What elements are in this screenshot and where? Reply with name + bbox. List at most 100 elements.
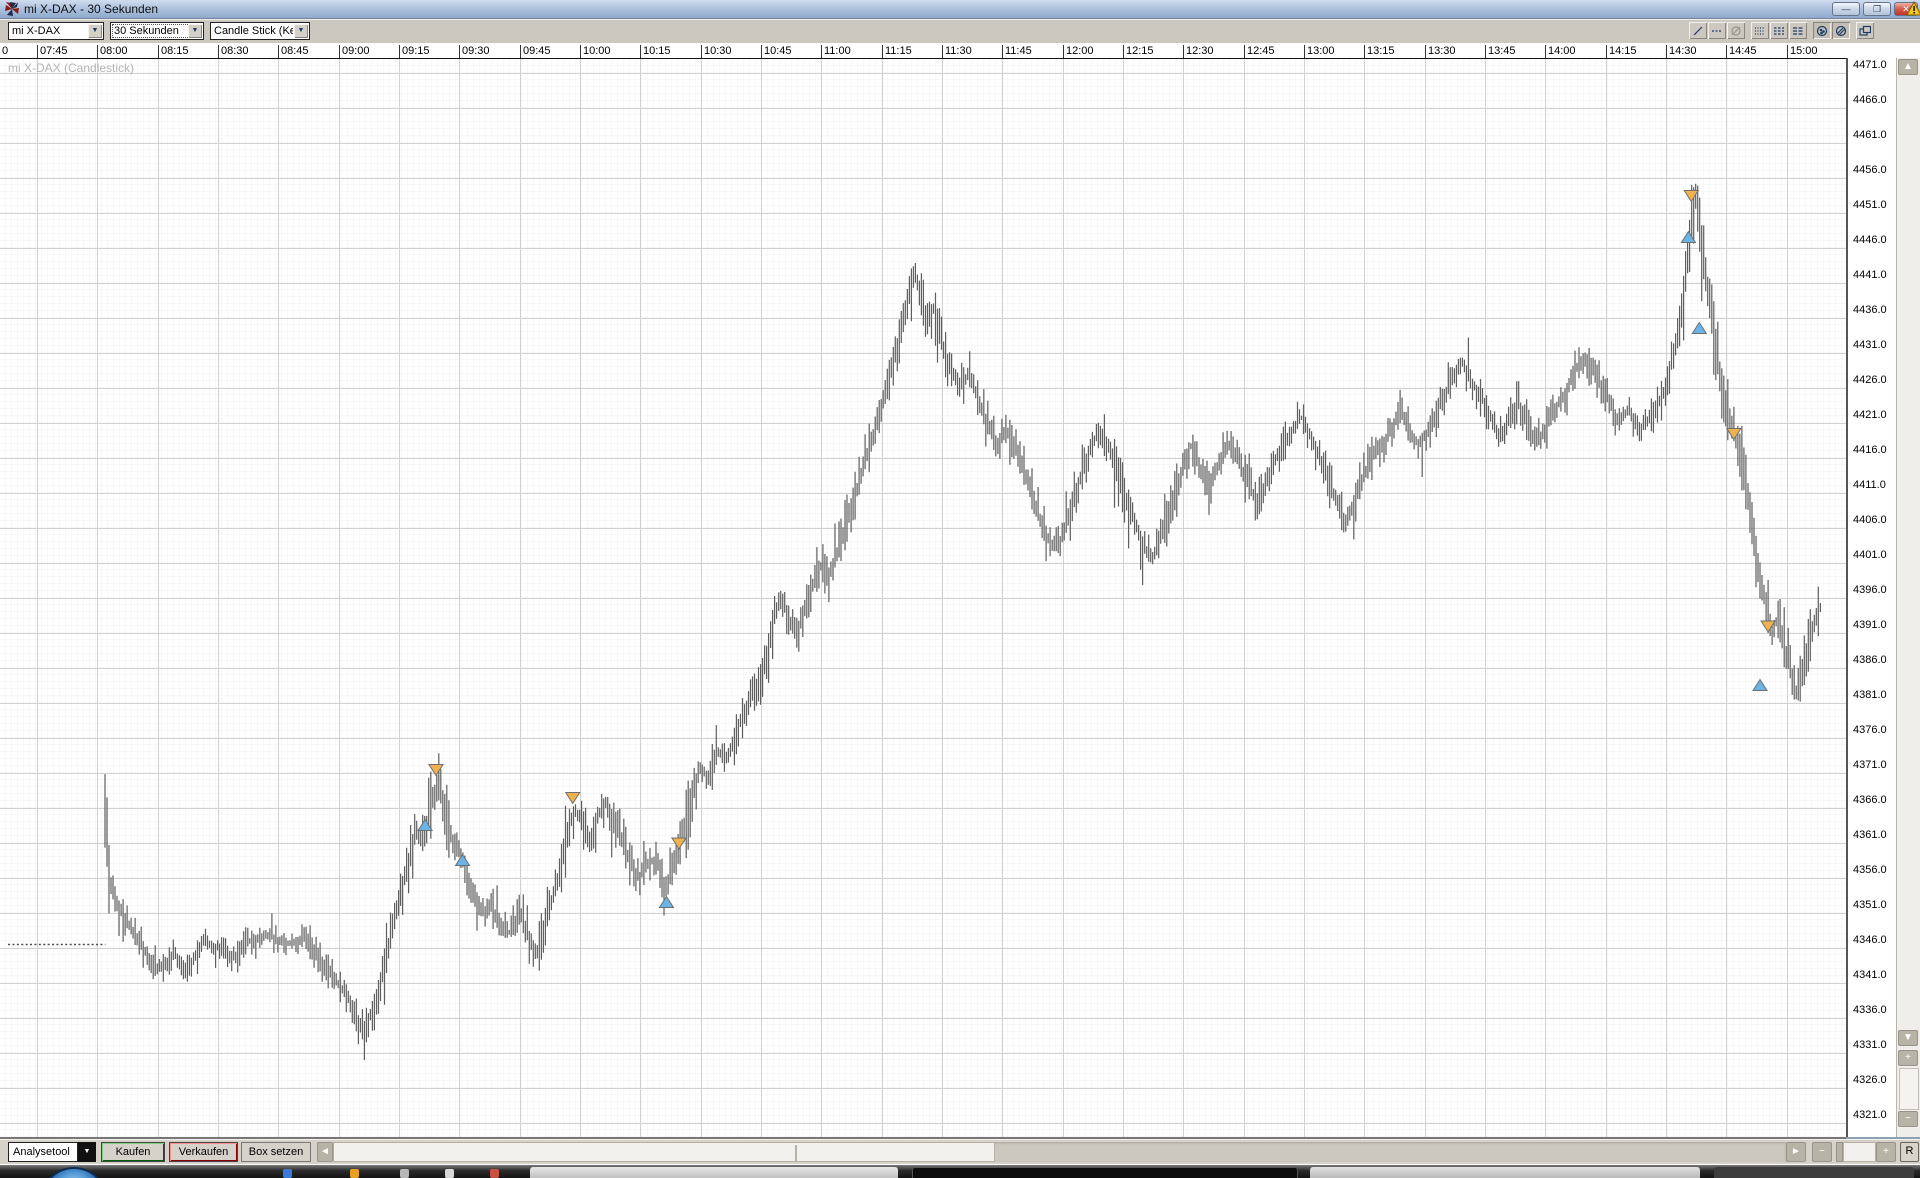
horizontal-scrollbar-track[interactable]	[333, 1142, 1786, 1162]
line-tool-button[interactable]	[1689, 22, 1707, 39]
time-axis: 007:4508:0008:1508:3008:4509:0009:1509:3…	[0, 43, 1846, 59]
y-axis-label: 4421.0	[1853, 409, 1887, 421]
x-axis-label: 12:45	[1247, 45, 1275, 57]
taskbar-window-button[interactable]	[1714, 1167, 1914, 1178]
vertical-scrollbar[interactable]: ▲ ▼ + −	[1896, 58, 1920, 1137]
x-axis-tick	[1002, 45, 1003, 58]
x-axis-label: 08:30	[221, 45, 249, 57]
y-axis-label: 4436.0	[1853, 304, 1887, 316]
y-axis-label: 4401.0	[1853, 549, 1887, 561]
x-axis-label: 15:00	[1790, 45, 1818, 57]
x-axis-tick	[459, 45, 460, 58]
windows-taskbar[interactable]	[0, 1164, 1920, 1178]
x-axis-label: 10:15	[643, 45, 671, 57]
vertical-zoom-in-button[interactable]: +	[1898, 1050, 1918, 1066]
price-chart[interactable]	[0, 59, 1846, 1137]
y-axis-label: 4371.0	[1853, 759, 1887, 771]
y-axis-label: 4341.0	[1853, 969, 1887, 981]
x-axis-label: 14:15	[1609, 45, 1637, 57]
y-axis-label: 4381.0	[1853, 689, 1887, 701]
chart-watermark: mi X-DAX (Candlestick)	[8, 61, 134, 75]
y-axis-label: 4396.0	[1853, 584, 1887, 596]
x-axis-tick	[1123, 45, 1124, 58]
interval-dropdown[interactable]: 30 Sekunden ▼	[110, 22, 204, 40]
buy-button[interactable]: Kaufen	[101, 1142, 165, 1162]
y-axis-label: 4406.0	[1853, 514, 1887, 526]
grid-style-dashes-button[interactable]	[1770, 22, 1788, 39]
y-axis-label: 4351.0	[1853, 899, 1887, 911]
reset-button[interactable]: R	[1900, 1142, 1919, 1162]
symbol-dropdown-value: mi X-DAX	[12, 25, 87, 37]
horizontal-zoom-out-button[interactable]: −	[1812, 1142, 1832, 1162]
horizontal-zoom-slider[interactable]	[1843, 1142, 1876, 1162]
title-bar[interactable]: mi X-DAX - 30 Sekunden — ❐ ✕	[0, 0, 1920, 19]
x-axis-tick	[942, 45, 943, 58]
y-axis-label: 4326.0	[1853, 1074, 1887, 1086]
x-axis-tick	[761, 45, 762, 58]
x-axis-label: 14:00	[1548, 45, 1576, 57]
taskbar-icon[interactable]	[445, 1169, 454, 1178]
x-axis-tick	[821, 45, 822, 58]
taskbar-icon[interactable]	[283, 1169, 292, 1178]
scroll-left-button[interactable]: ◄	[317, 1142, 333, 1162]
chart-canvas[interactable]: mi X-DAX (Candlestick)	[0, 59, 1846, 1139]
y-axis-label: 4321.0	[1853, 1109, 1887, 1121]
box-setzen-button[interactable]: Box setzen	[241, 1142, 311, 1162]
grid-style-long-dashes-button[interactable]	[1789, 22, 1807, 39]
dropdown-arrow-icon[interactable]: ▼	[88, 24, 102, 38]
pattern-circle-dots-button[interactable]	[1813, 22, 1831, 39]
start-button[interactable]	[42, 1167, 106, 1178]
chart-type-dropdown[interactable]: Candle Stick (Kerzen ▼	[210, 22, 310, 40]
x-axis-tick	[701, 45, 702, 58]
restore-button[interactable]: ❐	[1863, 2, 1891, 16]
grid-style-dots-button[interactable]	[1751, 22, 1769, 39]
taskbar-icon[interactable]	[350, 1169, 359, 1178]
interval-dropdown-value: 30 Sekunden	[114, 25, 187, 37]
dash-line-tool-icon	[1711, 25, 1723, 37]
scroll-right-button[interactable]: ►	[1786, 1142, 1806, 1162]
horizontal-zoom-thumb[interactable]	[1836, 1142, 1843, 1162]
y-axis-label: 4331.0	[1853, 1039, 1887, 1051]
pattern-circle-hatch-button[interactable]	[1832, 22, 1850, 39]
sell-button[interactable]: Verkaufen	[169, 1142, 238, 1162]
pattern-circle-hatch-icon	[1835, 25, 1847, 37]
scroll-down-button[interactable]: ▼	[1898, 1030, 1918, 1046]
x-axis-label: 11:15	[885, 45, 912, 57]
no-ellipse-tool-button[interactable]	[1727, 22, 1745, 39]
y-axis-label: 4376.0	[1853, 724, 1887, 736]
order-toolbar: Analysetool ▼ Kaufen Verkaufen Box setze…	[0, 1139, 1920, 1164]
x-axis-label: 10:30	[704, 45, 732, 57]
price-axis: 4471.04466.04461.04456.04451.04446.04441…	[1846, 58, 1898, 1137]
scroll-up-button[interactable]: ▲	[1898, 59, 1918, 75]
pattern-circle-dots-icon	[1816, 25, 1828, 37]
y-axis-label: 4346.0	[1853, 934, 1887, 946]
y-axis-label: 4416.0	[1853, 444, 1887, 456]
symbol-dropdown[interactable]: mi X-DAX ▼	[8, 22, 104, 40]
cascade-windows-button[interactable]	[1856, 22, 1874, 39]
y-axis-label: 4361.0	[1853, 829, 1887, 841]
horizontal-zoom-in-button[interactable]: +	[1876, 1142, 1896, 1162]
taskbar-window-button[interactable]	[530, 1167, 898, 1178]
vertical-zoom-slider[interactable]	[1899, 1068, 1919, 1110]
taskbar-icon[interactable]	[490, 1169, 499, 1178]
no-ellipse-tool-icon	[1730, 25, 1742, 37]
x-axis-label: 09:30	[462, 45, 490, 57]
y-axis-label: 4386.0	[1853, 654, 1887, 666]
taskbar-window-button[interactable]	[1310, 1167, 1700, 1178]
vertical-zoom-out-button[interactable]: −	[1898, 1111, 1918, 1127]
tool-button-group	[1689, 22, 1874, 39]
grid-style-dots-icon	[1754, 25, 1766, 37]
horizontal-scrollbar-thumb[interactable]	[333, 1142, 995, 1162]
x-axis-label: 12:30	[1186, 45, 1214, 57]
analysetool-dropdown-arrow[interactable]: ▼	[78, 1142, 96, 1162]
dropdown-arrow-icon[interactable]: ▼	[188, 24, 202, 38]
analysetool-dropdown[interactable]: Analysetool	[8, 1142, 78, 1162]
taskbar-icon[interactable]	[400, 1169, 409, 1178]
dash-line-tool-button[interactable]	[1708, 22, 1726, 39]
y-axis-label: 4456.0	[1853, 164, 1887, 176]
taskbar-window-button-active[interactable]	[912, 1167, 1298, 1178]
dropdown-arrow-icon[interactable]: ▼	[294, 24, 308, 38]
cascade-windows-icon	[1859, 25, 1871, 37]
minimize-button[interactable]: —	[1832, 2, 1860, 16]
x-axis-tick	[339, 45, 340, 58]
